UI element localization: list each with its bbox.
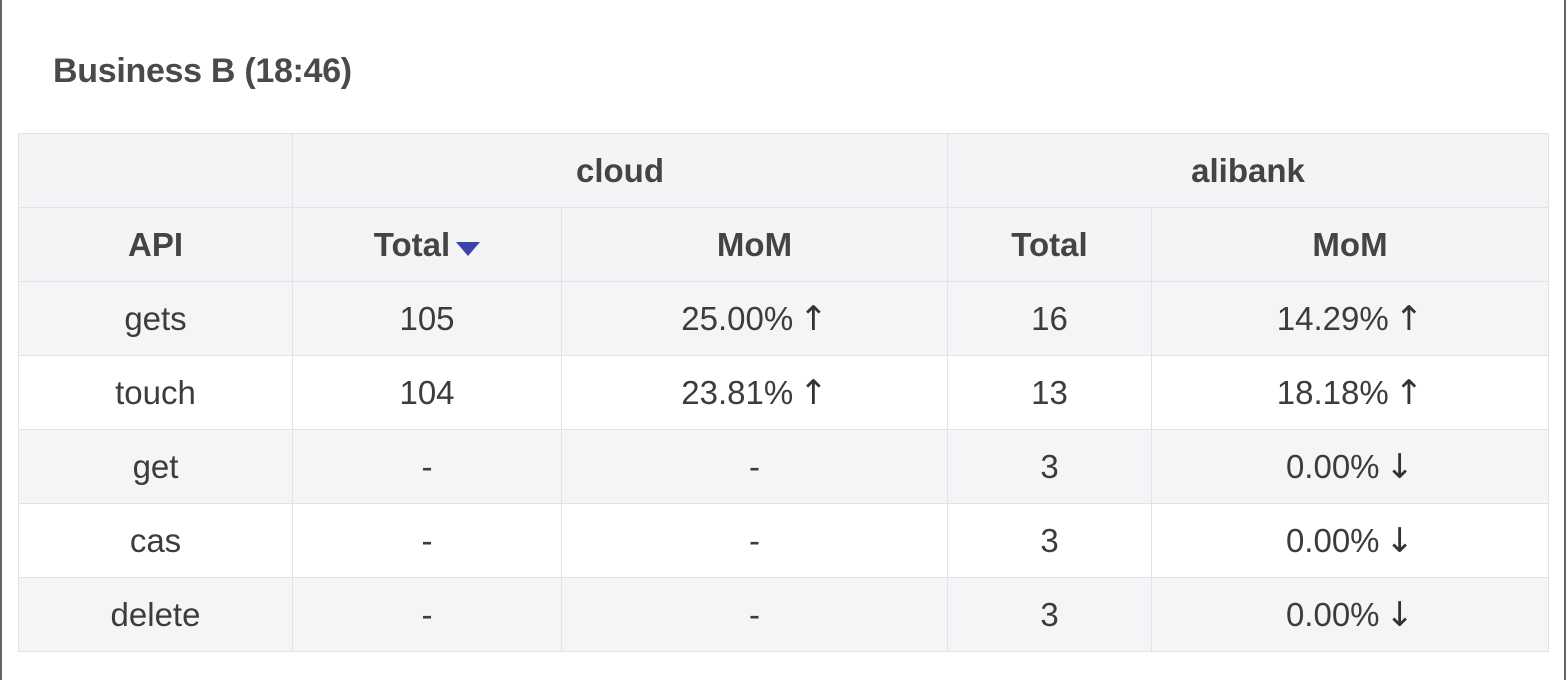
trend-down-icon: ↓: [1385, 446, 1415, 487]
cell-alibank-mom-value: 14.29%: [1276, 299, 1389, 337]
sort-descending-icon[interactable]: [456, 241, 481, 256]
table-row: cas - - 3 0.00% ↓: [18, 503, 1549, 578]
cell-cloud-total: -: [292, 429, 562, 504]
table-row: gets 105 25.00% ↑ 16 14.29% ↑: [18, 281, 1549, 356]
cell-alibank-mom-value: 18.18%: [1276, 373, 1389, 411]
group-header-empty: [18, 133, 293, 208]
cell-api: get: [18, 429, 293, 504]
cell-cloud-mom: -: [561, 577, 948, 652]
api-stats-table: cloud alibank API Total MoM Total MoM ge…: [18, 133, 1549, 652]
cell-alibank-total: 3: [947, 577, 1152, 652]
trend-up-icon: ↑: [799, 372, 828, 413]
table-row: delete - - 3 0.00% ↓: [18, 577, 1549, 652]
cell-alibank-mom-value: 0.00%: [1285, 447, 1380, 485]
column-header-cloud-mom-label: MoM: [716, 225, 793, 263]
cell-alibank-mom: 0.00% ↓: [1151, 503, 1549, 578]
group-header-cloud: cloud: [292, 133, 948, 208]
group-header-row: cloud alibank: [18, 133, 1549, 208]
column-header-cloud-mom[interactable]: MoM: [561, 207, 948, 282]
cell-alibank-total: 13: [947, 355, 1152, 430]
trend-up-icon: ↑: [1394, 372, 1424, 413]
cell-cloud-mom-value: -: [749, 595, 760, 633]
column-header-row: API Total MoM Total MoM: [18, 207, 1549, 282]
cell-cloud-mom: 23.81% ↑: [561, 355, 948, 430]
cell-alibank-mom-value: 0.00%: [1285, 521, 1380, 559]
table-row: get - - 3 0.00% ↓: [18, 429, 1549, 504]
cell-cloud-mom-value: 23.81%: [681, 373, 794, 411]
column-header-alibank-total-label: Total: [1011, 225, 1088, 263]
column-header-cloud-total[interactable]: Total: [292, 207, 562, 282]
column-header-alibank-total[interactable]: Total: [947, 207, 1152, 282]
trend-down-icon: ↓: [1385, 594, 1415, 635]
column-header-cloud-total-label: Total: [373, 225, 451, 263]
trend-up-icon: ↑: [1394, 298, 1424, 339]
cell-cloud-mom: 25.00% ↑: [561, 281, 948, 356]
panel-title: Business B (18:46): [53, 52, 352, 90]
column-header-api-label: API: [127, 225, 183, 263]
cell-cloud-mom-value: -: [749, 447, 760, 485]
cell-cloud-mom-value: 25.00%: [681, 299, 794, 337]
cell-api: gets: [18, 281, 293, 356]
cell-cloud-mom: -: [561, 503, 948, 578]
cell-cloud-total: 104: [292, 355, 562, 430]
cell-api: cas: [18, 503, 293, 578]
cell-alibank-total: 3: [947, 429, 1152, 504]
table-row: touch 104 23.81% ↑ 13 18.18% ↑: [18, 355, 1549, 430]
cell-alibank-mom: 0.00% ↓: [1151, 577, 1549, 652]
cell-cloud-total: -: [292, 577, 562, 652]
trend-up-icon: ↑: [799, 298, 828, 339]
cell-alibank-total: 3: [947, 503, 1152, 578]
cell-api: delete: [18, 577, 293, 652]
cell-alibank-mom: 14.29% ↑: [1151, 281, 1549, 356]
cell-alibank-total: 16: [947, 281, 1152, 356]
column-header-api[interactable]: API: [18, 207, 293, 282]
column-header-alibank-mom[interactable]: MoM: [1151, 207, 1549, 282]
cell-api: touch: [18, 355, 293, 430]
cell-alibank-mom-value: 0.00%: [1285, 595, 1380, 633]
cell-cloud-mom: -: [561, 429, 948, 504]
cell-cloud-total: 105: [292, 281, 562, 356]
cell-cloud-total: -: [292, 503, 562, 578]
cell-cloud-mom-value: -: [749, 521, 760, 559]
group-header-alibank: alibank: [947, 133, 1549, 208]
cell-alibank-mom: 18.18% ↑: [1151, 355, 1549, 430]
cell-alibank-mom: 0.00% ↓: [1151, 429, 1549, 504]
column-header-alibank-mom-label: MoM: [1312, 225, 1388, 263]
trend-down-icon: ↓: [1385, 520, 1415, 561]
